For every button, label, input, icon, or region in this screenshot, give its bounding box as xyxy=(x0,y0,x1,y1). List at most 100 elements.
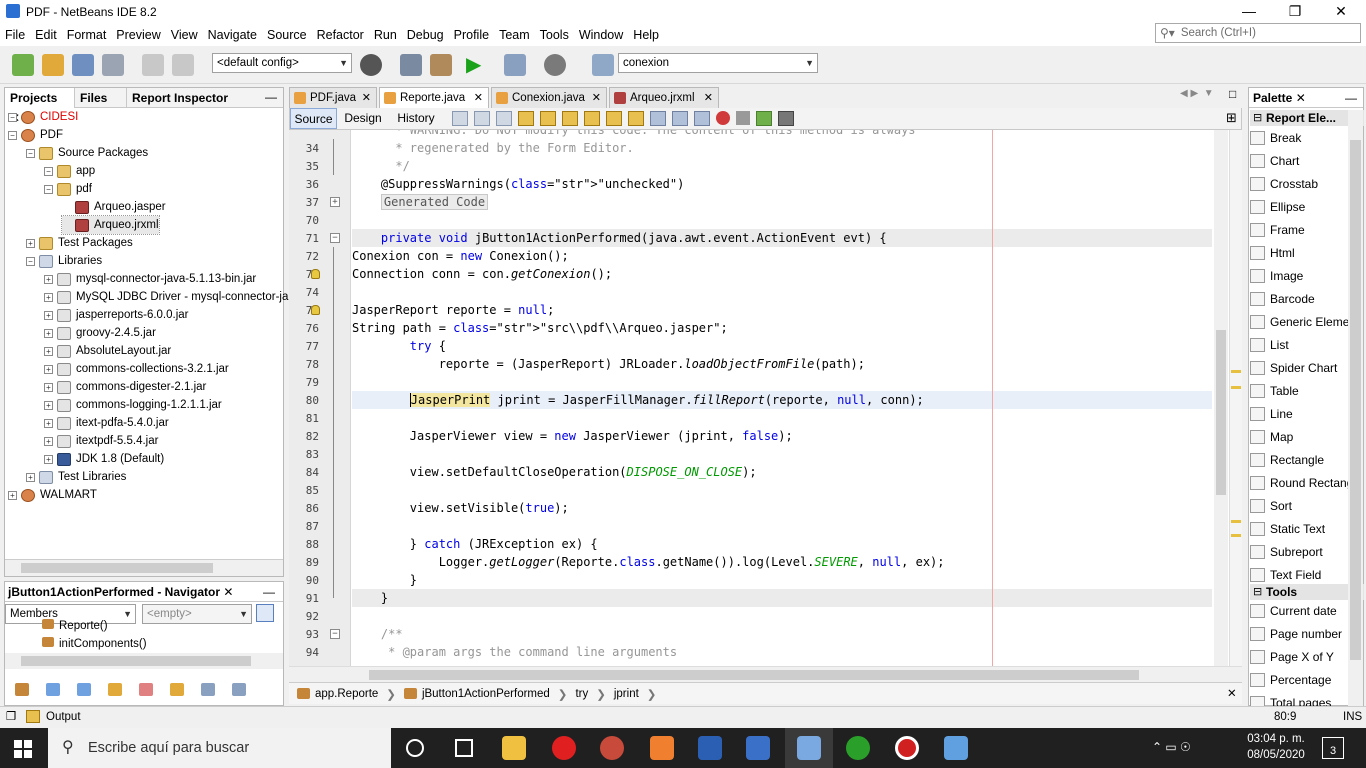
last-edit-icon[interactable] xyxy=(452,111,468,126)
opera-icon[interactable] xyxy=(552,736,576,760)
menu-file[interactable]: File xyxy=(0,28,30,42)
list-item[interactable]: Reporte() xyxy=(42,617,147,635)
breadcrumb-item[interactable]: jprint xyxy=(614,688,639,700)
code-line[interactable]: @SuppressWarnings(class="str">"unchecked… xyxy=(352,175,684,193)
tab-scroll-arrows[interactable]: ◀ ▶ ▼ xyxy=(1180,88,1214,99)
shift-left-icon[interactable] xyxy=(672,111,688,126)
palette-title[interactable]: Palette ✕ — xyxy=(1249,88,1363,108)
menu-edit[interactable]: Edit xyxy=(30,28,62,42)
expand-toggle-icon[interactable]: + xyxy=(44,364,53,374)
tree-item[interactable]: + commons-collections-3.2.1.jar xyxy=(44,360,229,378)
maximize-button[interactable]: ❐ xyxy=(1272,0,1318,24)
code-editor[interactable]: 34353637+7071−72737475767778798081828384… xyxy=(289,130,1242,666)
palette-item[interactable]: Current date xyxy=(1250,600,1337,622)
menu-team[interactable]: Team xyxy=(494,28,535,42)
split-editor-icon[interactable]: ⊞ xyxy=(1226,110,1237,126)
expand-toggle-icon[interactable]: − xyxy=(26,256,35,266)
palette-item[interactable]: Frame xyxy=(1250,219,1305,241)
palette-item[interactable]: Image xyxy=(1250,265,1303,287)
code-line[interactable]: * @param args the command line arguments xyxy=(352,643,677,661)
code-line[interactable]: } xyxy=(352,571,417,589)
clean-build-icon[interactable] xyxy=(430,54,452,76)
code-line[interactable]: JasperViewer view = new JasperViewer (jp… xyxy=(352,427,793,445)
inherited-icon[interactable] xyxy=(139,682,153,696)
close-icon[interactable]: ✕ xyxy=(704,88,713,108)
code-line[interactable]: * WARNING: Do NOT modify this code. The … xyxy=(352,130,915,139)
palette-item[interactable]: List xyxy=(1250,334,1289,356)
save-all-icon[interactable] xyxy=(102,54,124,76)
expand-toggle-icon[interactable]: − xyxy=(26,148,35,158)
task-view-icon[interactable] xyxy=(455,739,473,757)
menu-navigate[interactable]: Navigate xyxy=(203,28,262,42)
code-line[interactable]: /** xyxy=(352,625,403,643)
forward-icon[interactable] xyxy=(496,111,512,126)
expand-toggle-icon[interactable]: + xyxy=(44,400,53,410)
code-line[interactable]: } catch (JRException ex) { xyxy=(352,535,598,553)
palette-item[interactable]: Page X of Y xyxy=(1250,646,1334,668)
tree-item[interactable]: + MySQL JDBC Driver - mysql-connector-ja xyxy=(44,288,288,306)
record-app-icon[interactable] xyxy=(895,736,919,760)
tab-files[interactable]: Files xyxy=(75,88,127,108)
scrollbar-thumb[interactable] xyxy=(369,670,1139,680)
code-line[interactable]: * regenerated by the Form Editor. xyxy=(352,139,633,157)
prev-bookmark-icon[interactable] xyxy=(606,111,622,126)
next-bookmark-icon[interactable] xyxy=(628,111,644,126)
close-icon[interactable]: ✕ xyxy=(223,585,233,599)
menu-source[interactable]: Source xyxy=(262,28,312,42)
menu-refactor[interactable]: Refactor xyxy=(312,28,369,42)
expand-toggle-icon[interactable]: + xyxy=(26,472,35,482)
tray-icons[interactable]: ⌃ ▭ ☉ xyxy=(1152,740,1191,754)
palette-item[interactable]: Ellipse xyxy=(1250,196,1305,218)
palette-scrollbar[interactable] xyxy=(1348,110,1363,706)
back-icon[interactable] xyxy=(474,111,490,126)
code-line[interactable]: JasperReport reporte = null; xyxy=(352,301,554,319)
expand-toggle-icon[interactable]: + xyxy=(44,310,53,320)
code-line[interactable]: JasperPrint jprint = JasperFillManager.f… xyxy=(352,391,1212,409)
minimize-panel-icon[interactable]: — xyxy=(263,582,275,602)
clock[interactable]: 03:04 p. m. 08/05/2020 xyxy=(1246,731,1306,763)
fields-icon[interactable] xyxy=(46,682,60,696)
search-input[interactable]: ⚲▾ Search (Ctrl+I) xyxy=(1155,23,1361,43)
tree-item[interactable]: − Source Packages xyxy=(26,144,148,162)
minimize-button[interactable]: — xyxy=(1226,0,1272,24)
tree-item[interactable]: + AbsoluteLayout.jar xyxy=(44,342,171,360)
undo-icon[interactable] xyxy=(142,54,164,76)
palette-item[interactable]: Percentage xyxy=(1250,669,1331,691)
tree-item[interactable]: − CIDESI xyxy=(8,108,78,126)
record-macro-icon[interactable] xyxy=(716,111,730,125)
tab-report-inspector[interactable]: Report Inspector xyxy=(127,88,259,108)
breadcrumb-item[interactable]: try xyxy=(575,688,588,700)
sort-icon[interactable] xyxy=(15,682,29,696)
nonpublic-icon[interactable] xyxy=(108,682,122,696)
tree-item[interactable]: + JDK 1.8 (Default) xyxy=(44,450,164,468)
cloud-app-icon[interactable] xyxy=(650,736,674,760)
minimize-panel-icon[interactable]: — xyxy=(265,88,277,106)
code-line[interactable]: Conexion con = new Conexion(); xyxy=(352,247,569,265)
sort-source-icon[interactable] xyxy=(232,682,246,696)
tree-item[interactable]: + itextpdf-5.5.4.jar xyxy=(44,432,158,450)
tab-projects[interactable]: Projects ✕ xyxy=(5,88,75,125)
word-icon[interactable] xyxy=(698,736,722,760)
palette-item[interactable]: Line xyxy=(1250,403,1293,425)
minimize-panel-icon[interactable]: — xyxy=(1345,88,1357,108)
tree-item[interactable]: + groovy-2.4.5.jar xyxy=(44,324,156,342)
expand-toggle-icon[interactable]: + xyxy=(26,238,35,248)
code-line[interactable]: */ xyxy=(352,157,409,175)
menu-profile[interactable]: Profile xyxy=(449,28,494,42)
palette-item[interactable]: Map xyxy=(1250,426,1293,448)
expand-toggle-icon[interactable]: + xyxy=(44,454,53,464)
palette-item[interactable]: Html xyxy=(1250,242,1295,264)
build-icon[interactable] xyxy=(400,54,422,76)
cortana-icon[interactable] xyxy=(406,739,424,757)
navigator-options-icon[interactable] xyxy=(256,604,274,622)
menu-tools[interactable]: Tools xyxy=(535,28,574,42)
tree-item[interactable]: + jasperreports-6.0.0.jar xyxy=(44,306,189,324)
restore-icon[interactable]: ❐ xyxy=(6,707,16,727)
app-icon[interactable] xyxy=(846,736,870,760)
menu-debug[interactable]: Debug xyxy=(402,28,449,42)
code-line[interactable]: Generated Code xyxy=(352,193,489,211)
palette-item[interactable]: Sort xyxy=(1250,495,1292,517)
palette-section-report-elements[interactable]: ⊟ Report Ele... xyxy=(1250,110,1364,126)
tree-item[interactable]: + WALMART xyxy=(8,486,97,504)
expand-toggle-icon[interactable]: + xyxy=(44,436,53,446)
